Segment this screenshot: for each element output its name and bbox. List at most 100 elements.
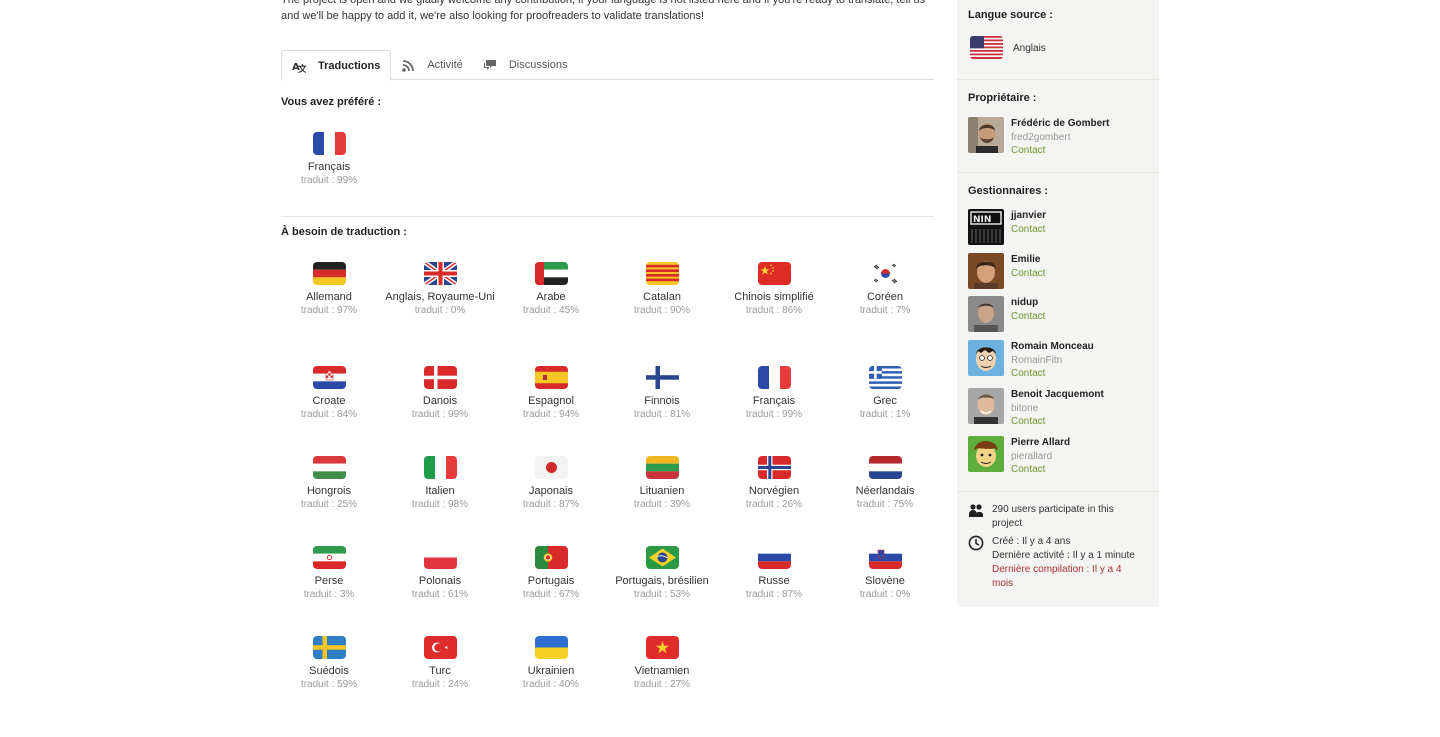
language-card[interactable]: Japonais traduit : 87% — [496, 456, 606, 512]
manager-card: Pierre Allard pierallard Contact — [968, 436, 1070, 477]
tab-translations[interactable]: A文 Traductions — [281, 50, 392, 81]
language-name: Slovène — [865, 575, 905, 587]
translated-percent: traduit : 3% — [303, 589, 355, 600]
translated-percent: traduit : 0% — [859, 589, 911, 600]
translated-percent: traduit : 87% — [745, 589, 803, 600]
avatar[interactable]: NIN — [968, 209, 1004, 245]
language-card[interactable]: Allemand traduit : 97% — [274, 262, 384, 318]
language-card[interactable]: Arabe traduit : 45% — [496, 262, 606, 318]
tab-discussions[interactable]: Discussions — [473, 50, 578, 80]
language-name: Portugais — [527, 575, 575, 587]
language-card[interactable]: Français traduit : 99% — [274, 132, 384, 188]
manager-username: bitone — [1011, 402, 1039, 414]
language-name: Danois — [422, 395, 458, 407]
avatar[interactable] — [968, 253, 1004, 289]
fi-flag-icon — [645, 366, 679, 389]
avatar[interactable] — [968, 340, 1004, 376]
language-card[interactable]: Portugais traduit : 67% — [496, 546, 606, 602]
language-card[interactable]: Espagnol traduit : 94% — [496, 366, 606, 422]
language-card[interactable]: Slovène traduit : 0% — [830, 546, 940, 602]
tab-activity[interactable]: Activité — [391, 50, 472, 80]
tr-flag-icon — [423, 636, 457, 659]
contact-link[interactable]: Contact — [1011, 310, 1045, 324]
fr-flag-icon — [757, 366, 791, 389]
language-card[interactable]: Russe traduit : 87% — [719, 546, 829, 602]
language-card[interactable]: Italien traduit : 98% — [385, 456, 495, 512]
us-flag-icon — [970, 36, 1003, 59]
translated-percent: traduit : 99% — [300, 175, 358, 186]
language-name: Néerlandais — [855, 485, 915, 497]
contact-link[interactable]: Contact — [1011, 267, 1045, 281]
contact-link[interactable]: Contact — [1011, 144, 1109, 158]
avatar[interactable] — [968, 436, 1004, 472]
language-card[interactable]: Catalan traduit : 90% — [607, 262, 717, 318]
language-card[interactable]: Chinois simplifié traduit : 86% — [719, 262, 829, 318]
language-card[interactable]: Danois traduit : 99% — [385, 366, 495, 422]
language-card[interactable]: Polonais traduit : 61% — [385, 546, 495, 602]
owner-name: Frédéric de Gombert — [1011, 118, 1110, 129]
translated-percent: traduit : 25% — [300, 499, 358, 510]
language-card[interactable]: Perse traduit : 3% — [274, 546, 384, 602]
manager-card: Romain Monceau RomainFitn Contact — [968, 340, 1094, 381]
contact-link[interactable]: Contact — [1011, 367, 1094, 381]
divider — [957, 79, 1159, 80]
language-name: Ukrainien — [527, 665, 575, 677]
language-name: Portugais, brésilien — [615, 575, 709, 587]
language-card[interactable]: Ukrainien traduit : 40% — [496, 636, 606, 692]
language-card[interactable]: Finnois traduit : 81% — [607, 366, 717, 422]
svg-text:NIN: NIN — [973, 215, 991, 225]
language-card[interactable]: Coréen traduit : 7% — [830, 262, 940, 318]
language-card[interactable]: Anglais, Royaume-Uni traduit : 0% — [385, 262, 495, 318]
language-card[interactable]: Vietnamien traduit : 27% — [607, 636, 717, 692]
translated-percent: traduit : 98% — [411, 499, 469, 510]
language-card[interactable]: Français traduit : 99% — [719, 366, 829, 422]
divider — [957, 172, 1159, 173]
language-card[interactable]: Hongrois traduit : 25% — [274, 456, 384, 512]
language-name: Croate — [312, 395, 346, 407]
language-card[interactable]: Norvégien traduit : 26% — [719, 456, 829, 512]
de-flag-icon — [312, 262, 346, 285]
language-name: Espagnol — [528, 395, 574, 407]
language-name: Italien — [425, 485, 455, 497]
manager-name: Benoit Jacquemont — [1011, 389, 1104, 400]
divider — [957, 491, 1159, 492]
language-card[interactable]: Portugais, brésilien traduit : 53% — [607, 546, 717, 602]
language-card[interactable]: Grec traduit : 1% — [830, 366, 940, 422]
manager-name: Emilie — [1011, 254, 1041, 265]
language-card[interactable]: Turc traduit : 24% — [385, 636, 495, 692]
hr-flag-icon — [312, 366, 346, 389]
manager-card: Benoit Jacquemont bitone Contact — [968, 388, 1104, 429]
tab-label: Traductions — [318, 59, 381, 72]
project-sidebar: Langue source : Anglais Propriétaire : F… — [957, 0, 1159, 607]
last-activity: Dernière activité : Il y a 1 minute — [992, 550, 1135, 561]
language-card[interactable]: Lituanien traduit : 39% — [607, 456, 717, 512]
language-card[interactable]: Croate traduit : 84% — [274, 366, 384, 422]
manager-username: pierallard — [1011, 450, 1053, 462]
manager-card: nidup Contact — [968, 296, 1045, 332]
language-name: Japonais — [528, 485, 574, 497]
vn-flag-icon — [645, 636, 679, 659]
contact-link[interactable]: Contact — [1011, 223, 1046, 237]
translated-percent: traduit : 1% — [859, 409, 911, 420]
contact-link[interactable]: Contact — [1011, 463, 1070, 477]
it-flag-icon — [423, 456, 457, 479]
avatar[interactable] — [968, 296, 1004, 332]
language-card[interactable]: Suédois traduit : 59% — [274, 636, 384, 692]
manager-name: nidup — [1011, 297, 1039, 308]
language-name: Allemand — [306, 291, 352, 303]
language-name: Catalan — [643, 291, 681, 303]
language-name: Finnois — [644, 395, 680, 407]
language-name: Anglais, Royaume-Uni — [385, 291, 495, 303]
svg-text:文: 文 — [297, 63, 306, 73]
language-card[interactable]: Néerlandais traduit : 75% — [830, 456, 940, 512]
gr-flag-icon — [868, 366, 902, 389]
translated-percent: traduit : 40% — [522, 679, 580, 690]
translated-percent: traduit : 53% — [633, 589, 691, 600]
last-build-cont: mois — [992, 578, 1014, 589]
avatar[interactable] — [968, 117, 1004, 153]
language-name: Suédois — [309, 665, 349, 677]
avatar[interactable] — [968, 388, 1004, 424]
contact-link[interactable]: Contact — [1011, 415, 1104, 429]
pl-flag-icon — [423, 546, 457, 569]
jp-flag-icon — [534, 456, 568, 479]
